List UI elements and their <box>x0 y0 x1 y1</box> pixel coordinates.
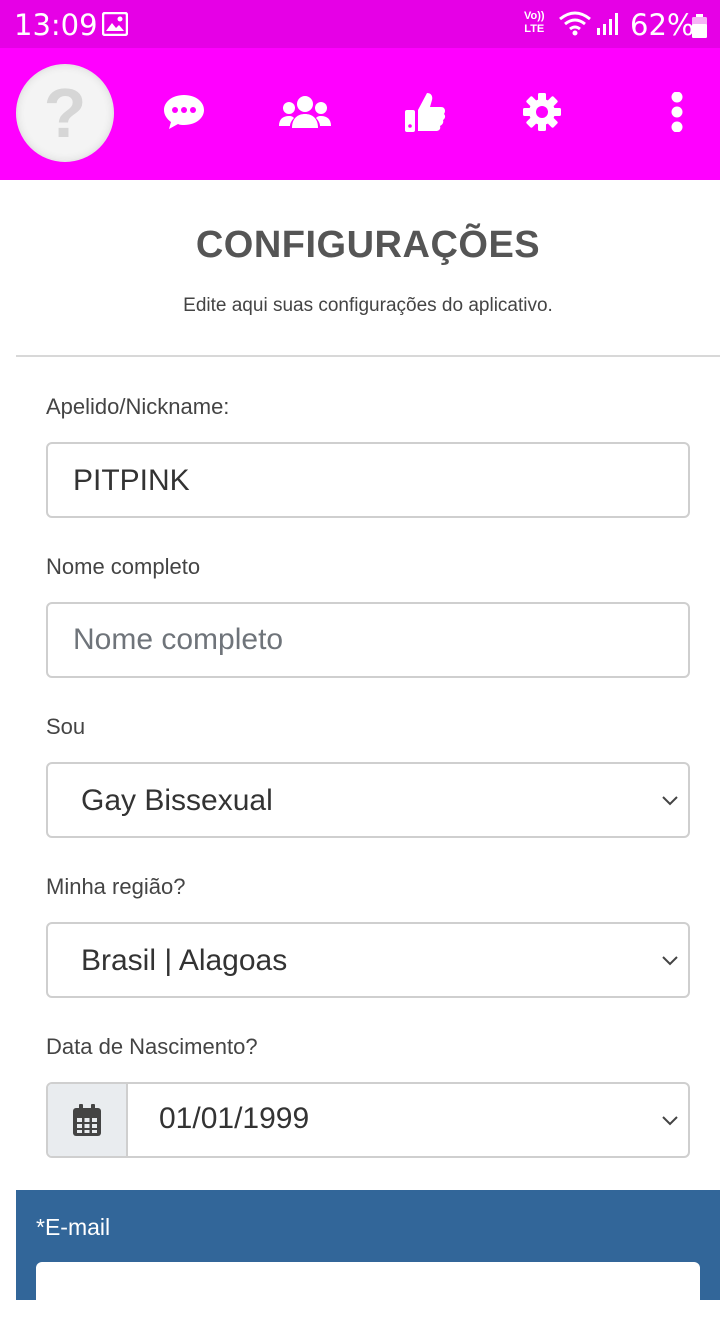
volte-indicator: Vo)) LTE <box>524 10 545 36</box>
thumbs-up-icon[interactable] <box>402 88 448 136</box>
divider <box>16 355 720 357</box>
birth-date-field[interactable]: 01/01/1999 <box>46 1082 690 1158</box>
chevron-down-icon <box>662 956 678 966</box>
region-value: Brasil | Alagoas <box>81 944 288 977</box>
email-field[interactable] <box>36 1262 700 1322</box>
more-vertical-icon[interactable] <box>664 88 690 136</box>
top-nav-bar: ? <box>0 48 720 180</box>
region-label: Minha região? <box>46 874 186 899</box>
full-name-field[interactable] <box>46 602 690 678</box>
status-time: 13:09 <box>14 8 98 42</box>
chevron-down-icon <box>662 796 678 806</box>
chevron-down-icon <box>662 1116 678 1126</box>
page-subtitle: Edite aqui suas configurações do aplicat… <box>183 295 553 316</box>
nickname-field[interactable]: PITPINK <box>46 442 690 518</box>
image-icon <box>102 12 128 36</box>
full-name-label: Nome completo <box>46 554 201 579</box>
sou-select[interactable]: Gay Bissexual <box>46 762 690 838</box>
nickname-label: Apelido/Nickname: <box>46 394 230 419</box>
users-icon[interactable] <box>278 88 332 136</box>
region-select[interactable]: Brasil | Alagoas <box>46 922 690 998</box>
nickname-value: PITPINK <box>73 464 190 497</box>
page-title: CONFIGURAÇÕES <box>195 224 541 266</box>
wifi-icon <box>559 11 591 36</box>
sou-value: Gay Bissexual <box>81 784 273 817</box>
status-bar: 13:09 Vo)) LTE 62% <box>0 0 720 48</box>
avatar[interactable]: ? <box>16 64 114 162</box>
email-label: *E-mail <box>36 1214 111 1240</box>
calendar-icon <box>73 1104 101 1136</box>
gear-icon[interactable] <box>520 88 564 136</box>
birth-date-value: 01/01/1999 <box>159 1102 310 1135</box>
battery-icon <box>692 14 707 38</box>
sou-label: Sou <box>46 714 86 739</box>
full-name-input[interactable] <box>48 604 688 676</box>
volte-label: Vo)) <box>524 10 545 22</box>
lte-label: LTE <box>524 23 545 35</box>
signal-icon <box>597 13 618 35</box>
avatar-placeholder-symbol: ? <box>43 74 87 152</box>
birth-date-label: Data de Nascimento? <box>46 1034 258 1059</box>
chat-icon[interactable] <box>160 88 208 136</box>
email-panel: *E-mail <box>16 1190 720 1322</box>
calendar-addon <box>48 1084 128 1156</box>
battery-percent: 62% <box>630 8 695 42</box>
